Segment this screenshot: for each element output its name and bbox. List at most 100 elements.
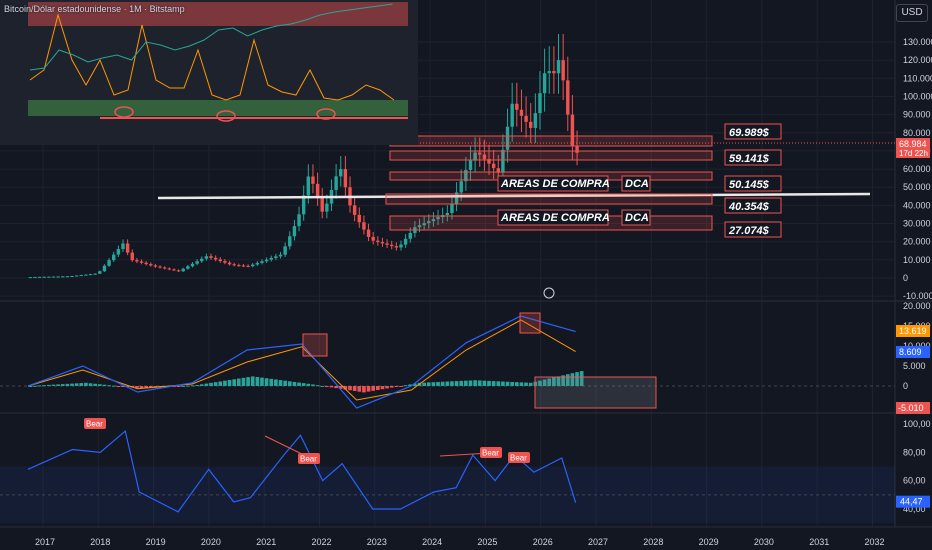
macd-histogram-bar (394, 386, 399, 387)
macd-histogram-bar (306, 383, 311, 386)
macd-histogram-bar (60, 384, 65, 386)
price-axis-label: 100.000 (903, 91, 932, 101)
macd-histogram-bar (329, 386, 334, 388)
price-candle-body (403, 238, 408, 245)
price-candle-body (112, 254, 116, 261)
macd-histogram-bar (376, 386, 380, 390)
price-candle-body (149, 264, 153, 266)
macd-histogram-bar (487, 380, 491, 386)
time-axis-label: 2024 (422, 537, 442, 547)
macd-histogram-bar (422, 382, 426, 386)
macd-histogram-bar (464, 380, 468, 386)
macd-histogram-bar (107, 385, 111, 387)
macd-histogram-bar (473, 380, 477, 386)
inset-mvrv-chart (0, 0, 418, 145)
price-candle-body (278, 254, 283, 257)
rsi-value: 44,47 (900, 497, 923, 507)
macd-histogram-bar (287, 381, 292, 386)
time-axis-label: 2018 (90, 537, 110, 547)
price-candle-body (181, 268, 185, 272)
macd-histogram-bar (320, 385, 325, 387)
macd-histogram-bar (176, 386, 181, 387)
macd-histogram-bar (70, 383, 74, 386)
macd-histogram-bar (450, 381, 454, 386)
price-candle-body (524, 115, 528, 122)
price-candle-body (223, 261, 227, 263)
buy-zone-rect (389, 150, 713, 161)
price-axis-label: 20.000 (903, 237, 931, 247)
macd-histogram-bar (102, 384, 107, 386)
macd-histogram-bar (255, 377, 260, 386)
price-candle-body (176, 270, 181, 272)
price-axis-label: -10.000 (903, 291, 932, 301)
macd-histogram-bar (524, 382, 528, 386)
macd-histogram-bar (195, 385, 199, 387)
price-candle-body (325, 203, 329, 212)
price-candle-body (172, 269, 176, 271)
price-candle-body (538, 93, 542, 114)
macd-histogram-bar (496, 381, 501, 386)
macd-histogram-bar (482, 380, 487, 386)
macd-histogram-bar (84, 382, 88, 386)
price-candle-body (566, 80, 570, 115)
macd-histogram-bar (56, 384, 60, 386)
price-candle-body (334, 176, 338, 190)
price-candle-body (510, 103, 514, 127)
price-candle-body (139, 261, 144, 263)
currency-button[interactable]: USD (896, 4, 928, 22)
macd-histogram-bar (65, 383, 70, 386)
macd-histogram-bar (431, 382, 436, 386)
macd-histogram-bar (232, 379, 236, 386)
level-label-text: 40.354$ (728, 201, 770, 213)
macd-histogram-bar (292, 381, 297, 386)
macd-histogram-bar (399, 386, 403, 387)
price-candle-body (269, 258, 273, 260)
price-candle-body (130, 252, 134, 261)
macd-histogram-bar (204, 383, 209, 386)
price-candle-body (121, 243, 125, 250)
price-candle-body (107, 260, 111, 266)
price-candle-body (56, 276, 60, 278)
price-axis-label: 60.000 (903, 164, 931, 174)
time-axis-label: 2021 (256, 537, 276, 547)
macd-histogram-bar (491, 381, 496, 386)
buy-zone-rect (389, 135, 713, 147)
price-candle-body (274, 256, 278, 259)
macd-histogram-bar (250, 376, 255, 386)
price-candle-body (297, 214, 301, 227)
macd-histogram-bar (33, 385, 37, 387)
price-candle-body (209, 256, 213, 258)
price-candle-body (167, 268, 172, 270)
price-candle-body (237, 265, 241, 267)
price-candle-body (93, 273, 97, 275)
price-candle-body (190, 263, 195, 267)
macd-axis-label: 5.000 (903, 361, 926, 371)
macd-histogram-bar (213, 382, 218, 386)
macd-histogram-bar (311, 384, 315, 386)
price-candle-body (79, 275, 83, 277)
price-axis-label: 90.000 (903, 110, 931, 120)
bear-label: Bear (300, 455, 317, 464)
price-candle-body (84, 274, 88, 276)
time-axis-label: 2017 (35, 537, 55, 547)
price-candle-body (306, 176, 311, 196)
price-candle-body (153, 265, 158, 267)
price-candle-body (88, 274, 93, 276)
macd-histogram-bar (264, 378, 269, 386)
macd-histogram-bar (468, 380, 473, 386)
price-candle-body (251, 264, 255, 267)
price-candle-body (186, 266, 190, 269)
time-axis-label: 2019 (146, 537, 166, 547)
price-candle-body (366, 229, 371, 237)
price-candle-body (380, 242, 385, 244)
time-axis-label: 2032 (865, 537, 885, 547)
hist-value: -5.010 (898, 403, 924, 413)
price-candle-body (51, 276, 56, 278)
price-candle-body (144, 262, 148, 265)
macd-histogram-bar (186, 385, 190, 387)
price-candle-body (311, 176, 315, 184)
price-candle-body (102, 265, 107, 272)
macd-histogram-bar (246, 377, 250, 386)
price-candle-body (515, 103, 519, 110)
bear-label: Bear (86, 420, 103, 429)
